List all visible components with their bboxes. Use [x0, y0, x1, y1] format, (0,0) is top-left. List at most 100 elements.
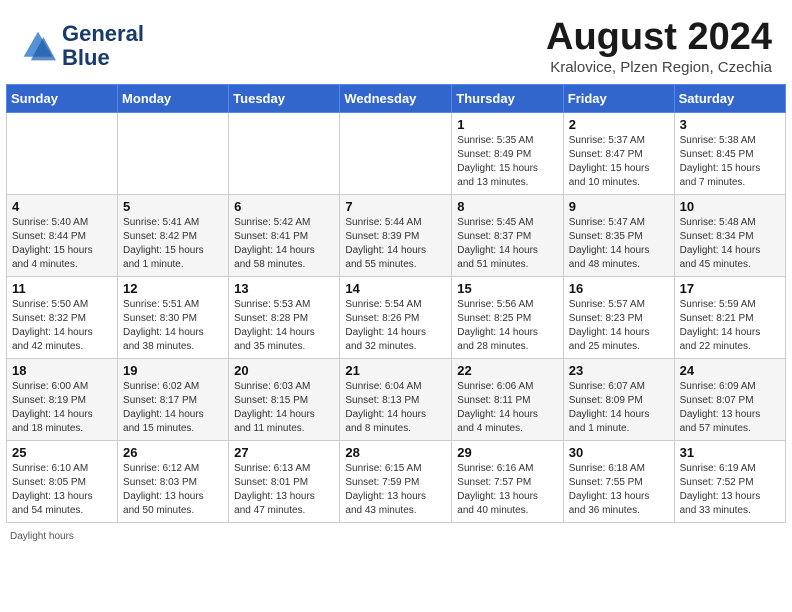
daylight-label: Daylight hours [10, 531, 74, 542]
page-header: General Blue August 2024 Kralovice, Plze… [0, 0, 792, 84]
day-number: 20 [234, 363, 334, 378]
logo: General Blue [20, 22, 144, 70]
month-title: August 2024 [546, 16, 772, 59]
day-number: 15 [457, 281, 557, 296]
calendar-cell: 15 Sunrise: 5:56 AM Sunset: 8:25 PM Dayli… [452, 277, 563, 359]
day-number: 25 [12, 445, 112, 460]
day-number: 13 [234, 281, 334, 296]
day-info: Sunrise: 6:19 AM Sunset: 7:52 PM Dayligh… [680, 462, 780, 518]
day-info: Sunrise: 6:16 AM Sunset: 7:57 PM Dayligh… [457, 462, 557, 518]
calendar-cell: 21 Sunrise: 6:04 AM Sunset: 8:13 PM Dayli… [340, 359, 452, 441]
weekday-header-saturday: Saturday [674, 85, 785, 113]
calendar-cell: 27Sunrise: 6:13 AM Sunset: 8:01 PM Dayli… [229, 441, 340, 523]
calendar-cell [340, 113, 452, 195]
day-number: 24 [680, 363, 780, 378]
day-info: Sunrise: 5:38 AM Sunset: 8:45 PM Dayligh… [680, 134, 780, 190]
day-info: Sunrise: 6:12 AM Sunset: 8:03 PM Dayligh… [123, 462, 223, 518]
calendar-week-row: 11Sunrise: 5:50 AM Sunset: 8:32 PM Dayli… [7, 277, 786, 359]
day-number: 19 [123, 363, 223, 378]
day-number: 5 [123, 199, 223, 214]
weekday-header-monday: Monday [118, 85, 229, 113]
footer-note: Daylight hours [0, 529, 792, 546]
calendar-cell [118, 113, 229, 195]
logo-icon [20, 28, 56, 64]
day-number: 14 [345, 281, 446, 296]
calendar-cell [229, 113, 340, 195]
calendar-cell: 18Sunrise: 6:00 AM Sunset: 8:19 PM Dayli… [7, 359, 118, 441]
calendar-cell: 4Sunrise: 5:40 AM Sunset: 8:44 PM Daylig… [7, 195, 118, 277]
calendar-cell: 19 Sunrise: 6:02 AM Sunset: 8:17 PM Dayli… [118, 359, 229, 441]
weekday-header-sunday: Sunday [7, 85, 118, 113]
day-info: Sunrise: 6:15 AM Sunset: 7:59 PM Dayligh… [345, 462, 446, 518]
calendar-cell: 23Sunrise: 6:07 AM Sunset: 8:09 PM Dayli… [563, 359, 674, 441]
weekday-header-wednesday: Wednesday [340, 85, 452, 113]
calendar-cell: 11Sunrise: 5:50 AM Sunset: 8:32 PM Dayli… [7, 277, 118, 359]
calendar-cell: 7 Sunrise: 5:44 AM Sunset: 8:39 PM Daylig… [340, 195, 452, 277]
calendar-week-row: 4Sunrise: 5:40 AM Sunset: 8:44 PM Daylig… [7, 195, 786, 277]
day-number: 30 [569, 445, 669, 460]
calendar-cell: 3 Sunrise: 5:38 AM Sunset: 8:45 PM Daylig… [674, 113, 785, 195]
calendar-cell: 17 Sunrise: 5:59 AM Sunset: 8:21 PM Dayli… [674, 277, 785, 359]
calendar-cell: 24 Sunrise: 6:09 AM Sunset: 8:07 PM Dayli… [674, 359, 785, 441]
day-info: Sunrise: 5:40 AM Sunset: 8:44 PM Dayligh… [12, 216, 112, 272]
day-info: Sunrise: 5:59 AM Sunset: 8:21 PM Dayligh… [680, 298, 780, 354]
calendar-cell: 8Sunrise: 5:45 AM Sunset: 8:37 PM Daylig… [452, 195, 563, 277]
day-number: 17 [680, 281, 780, 296]
weekday-header-tuesday: Tuesday [229, 85, 340, 113]
calendar-cell: 10Sunrise: 5:48 AM Sunset: 8:34 PM Dayli… [674, 195, 785, 277]
day-number: 16 [569, 281, 669, 296]
logo-line2: Blue [62, 46, 144, 70]
day-info: Sunrise: 6:04 AM Sunset: 8:13 PM Dayligh… [345, 380, 446, 436]
day-number: 8 [457, 199, 557, 214]
day-number: 21 [345, 363, 446, 378]
calendar-cell: 5 Sunrise: 5:41 AM Sunset: 8:42 PM Daylig… [118, 195, 229, 277]
day-number: 29 [457, 445, 557, 460]
calendar-cell: 22 Sunrise: 6:06 AM Sunset: 8:11 PM Dayli… [452, 359, 563, 441]
day-number: 18 [12, 363, 112, 378]
day-number: 9 [569, 199, 669, 214]
day-number: 10 [680, 199, 780, 214]
calendar-cell: 29 Sunrise: 6:16 AM Sunset: 7:57 PM Dayli… [452, 441, 563, 523]
day-number: 26 [123, 445, 223, 460]
day-info: Sunrise: 6:02 AM Sunset: 8:17 PM Dayligh… [123, 380, 223, 436]
day-number: 7 [345, 199, 446, 214]
day-info: Sunrise: 6:13 AM Sunset: 8:01 PM Dayligh… [234, 462, 334, 518]
calendar-cell: 13Sunrise: 5:53 AM Sunset: 8:28 PM Dayli… [229, 277, 340, 359]
weekday-header-thursday: Thursday [452, 85, 563, 113]
day-number: 28 [345, 445, 446, 460]
day-info: Sunrise: 6:06 AM Sunset: 8:11 PM Dayligh… [457, 380, 557, 436]
day-info: Sunrise: 6:07 AM Sunset: 8:09 PM Dayligh… [569, 380, 669, 436]
day-info: Sunrise: 6:09 AM Sunset: 8:07 PM Dayligh… [680, 380, 780, 436]
calendar-cell: 14 Sunrise: 5:54 AM Sunset: 8:26 PM Dayli… [340, 277, 452, 359]
day-info: Sunrise: 5:41 AM Sunset: 8:42 PM Dayligh… [123, 216, 223, 272]
calendar-week-row: 18Sunrise: 6:00 AM Sunset: 8:19 PM Dayli… [7, 359, 786, 441]
day-info: Sunrise: 5:42 AM Sunset: 8:41 PM Dayligh… [234, 216, 334, 272]
weekday-header-friday: Friday [563, 85, 674, 113]
calendar-cell: 26 Sunrise: 6:12 AM Sunset: 8:03 PM Dayli… [118, 441, 229, 523]
location: Kralovice, Plzen Region, Czechia [546, 59, 772, 76]
day-info: Sunrise: 5:57 AM Sunset: 8:23 PM Dayligh… [569, 298, 669, 354]
day-info: Sunrise: 5:56 AM Sunset: 8:25 PM Dayligh… [457, 298, 557, 354]
day-info: Sunrise: 5:51 AM Sunset: 8:30 PM Dayligh… [123, 298, 223, 354]
day-info: Sunrise: 5:44 AM Sunset: 8:39 PM Dayligh… [345, 216, 446, 272]
day-number: 3 [680, 117, 780, 132]
calendar-cell: 2 Sunrise: 5:37 AM Sunset: 8:47 PM Daylig… [563, 113, 674, 195]
calendar-week-row: 25Sunrise: 6:10 AM Sunset: 8:05 PM Dayli… [7, 441, 786, 523]
day-info: Sunrise: 5:47 AM Sunset: 8:35 PM Dayligh… [569, 216, 669, 272]
logo-line1: General [62, 22, 144, 46]
calendar-cell: 31Sunrise: 6:19 AM Sunset: 7:52 PM Dayli… [674, 441, 785, 523]
day-number: 12 [123, 281, 223, 296]
calendar-cell: 16 Sunrise: 5:57 AM Sunset: 8:23 PM Dayli… [563, 277, 674, 359]
logo-text: General Blue [62, 22, 144, 70]
day-info: Sunrise: 5:50 AM Sunset: 8:32 PM Dayligh… [12, 298, 112, 354]
title-block: August 2024 Kralovice, Plzen Region, Cze… [546, 16, 772, 76]
calendar-cell: 9 Sunrise: 5:47 AM Sunset: 8:35 PM Daylig… [563, 195, 674, 277]
day-number: 2 [569, 117, 669, 132]
day-info: Sunrise: 6:18 AM Sunset: 7:55 PM Dayligh… [569, 462, 669, 518]
day-info: Sunrise: 5:54 AM Sunset: 8:26 PM Dayligh… [345, 298, 446, 354]
day-info: Sunrise: 5:37 AM Sunset: 8:47 PM Dayligh… [569, 134, 669, 190]
calendar-cell: 12 Sunrise: 5:51 AM Sunset: 8:30 PM Dayli… [118, 277, 229, 359]
calendar-week-row: 1Sunrise: 5:35 AM Sunset: 8:49 PM Daylig… [7, 113, 786, 195]
day-info: Sunrise: 5:35 AM Sunset: 8:49 PM Dayligh… [457, 134, 557, 190]
day-number: 22 [457, 363, 557, 378]
